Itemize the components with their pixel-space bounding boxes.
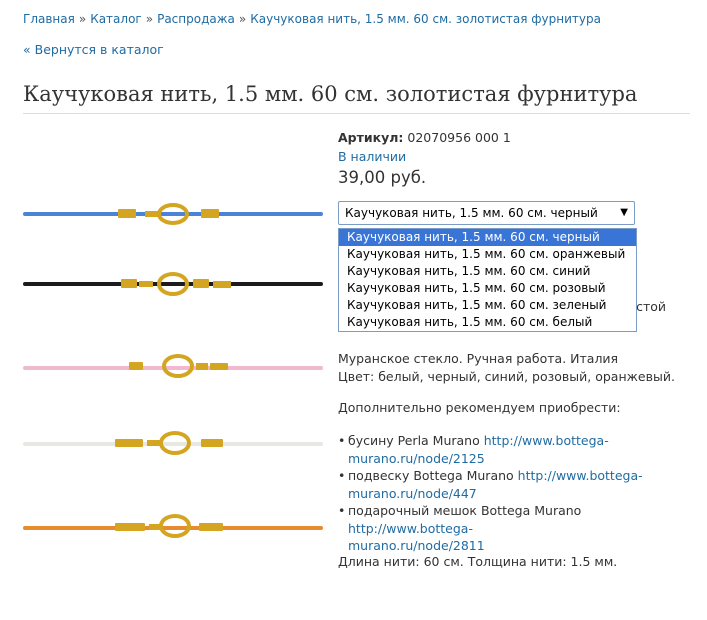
breadcrumb-separator: » xyxy=(145,12,154,26)
breadcrumb-catalog[interactable]: Каталог xyxy=(90,12,142,26)
recommendation-text: подвеску Bottega Murano xyxy=(348,468,518,483)
variant-select-value: Каучуковая нить, 1.5 мм. 60 см. черный xyxy=(345,206,598,220)
sku-value: 02070956 000 1 xyxy=(407,130,511,145)
variant-option[interactable]: Каучуковая нить, 1.5 мм. 60 см. зеленый xyxy=(339,297,636,314)
variant-dropdown-list: Каучуковая нить, 1.5 мм. 60 см. черный К… xyxy=(338,228,637,332)
variant-option[interactable]: Каучуковая нить, 1.5 мм. 60 см. синий xyxy=(339,263,636,280)
recommendation-text: подарочный мешок Bottega Murano xyxy=(348,503,582,518)
cord-white xyxy=(23,431,323,455)
variant-option[interactable]: Каучуковая нить, 1.5 мм. 60 см. белый xyxy=(339,314,636,331)
cord-orange xyxy=(23,514,323,538)
recommendation-link[interactable]: http://www.bottega-murano.ru/node/2811 xyxy=(348,521,485,554)
product-image[interactable] xyxy=(23,188,323,548)
breadcrumb-sale[interactable]: Распродажа xyxy=(157,12,235,26)
variant-option[interactable]: Каучуковая нить, 1.5 мм. 60 см. розовый xyxy=(339,280,636,297)
cord-blue xyxy=(23,203,323,225)
price: 39,00 руб. xyxy=(338,168,427,187)
page-title: Каучуковая нить, 1.5 мм. 60 см. золотист… xyxy=(23,82,638,106)
description-line: Цвет: белый, черный, синий, розовый, ора… xyxy=(338,369,675,384)
cord-black xyxy=(23,272,323,296)
sku-label: Артикул: xyxy=(338,130,404,145)
list-item: подвеску Bottega Murano http://www.botte… xyxy=(338,467,690,502)
cord-pink xyxy=(23,354,323,378)
description-line: Муранское стекло. Ручная работа. Италия xyxy=(338,351,619,366)
cord-length-info: Длина нити: 60 см. Толщина нити: 1.5 мм. xyxy=(338,554,618,569)
variant-option[interactable]: Каучуковая нить, 1.5 мм. 60 см. оранжевы… xyxy=(339,246,636,263)
list-item: бусину Perla Murano http://www.bottega-m… xyxy=(338,432,690,467)
stock-status: В наличии xyxy=(338,149,407,164)
breadcrumb-current[interactable]: Каучуковая нить, 1.5 мм. 60 см. золотист… xyxy=(250,12,601,26)
breadcrumb-home[interactable]: Главная xyxy=(23,12,75,26)
dropdown-arrow-icon[interactable]: ▼ xyxy=(620,202,628,224)
breadcrumb: Главная» Каталог» Распродажа» Каучуковая ни… xyxy=(23,12,601,26)
list-item: подарочный мешок Bottega Murano http://w… xyxy=(338,502,690,555)
recommendation-text: бусину Perla Murano xyxy=(348,433,484,448)
recommend-title: Дополнительно рекомендуем приобрести: xyxy=(338,400,621,415)
sku: Артикул: 02070956 000 1 xyxy=(338,130,511,145)
back-to-catalog-link[interactable]: « Вернутся в каталог xyxy=(23,42,164,57)
breadcrumb-separator: » xyxy=(78,12,87,26)
title-divider xyxy=(23,113,690,114)
variant-select[interactable]: Каучуковая нить, 1.5 мм. 60 см. черный ▼ xyxy=(338,201,635,225)
breadcrumb-separator: » xyxy=(238,12,247,26)
product-description: Муранское стекло. Ручная работа. Италия … xyxy=(338,350,675,386)
recommendation-list: бусину Perla Murano http://www.bottega-m… xyxy=(338,432,690,555)
variant-option[interactable]: Каучуковая нить, 1.5 мм. 60 см. черный xyxy=(339,229,636,246)
